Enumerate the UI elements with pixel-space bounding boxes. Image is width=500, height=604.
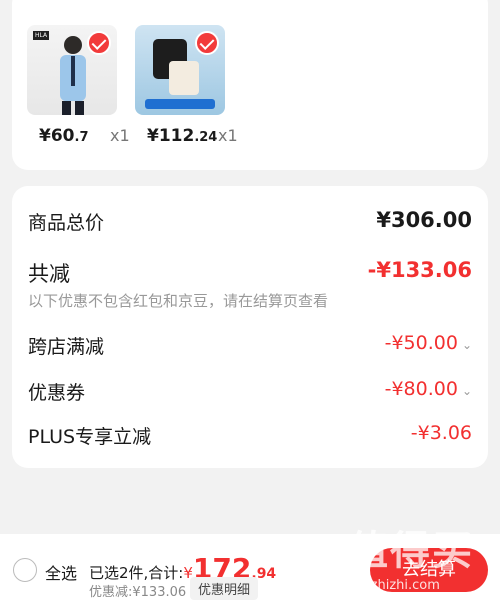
plus-label: PLUS专享立减 bbox=[28, 426, 152, 448]
item-price: ¥112.24 bbox=[147, 126, 218, 146]
discount-value: -¥133.06 bbox=[367, 258, 472, 282]
select-all-radio[interactable] bbox=[13, 558, 37, 582]
chevron-down-icon: ⌄ bbox=[461, 384, 472, 398]
chevron-down-icon: ⌄ bbox=[461, 338, 472, 352]
product-thumbnail-polo[interactable] bbox=[135, 25, 225, 115]
price-summary-card: 商品总价 ¥306.00 共减 -¥133.06 以下优惠不包含红包和京豆，请在… bbox=[12, 186, 488, 468]
item-quantity: x1 bbox=[218, 126, 238, 145]
discount-note: 以下优惠不包含红包和京豆，请在结算页查看 bbox=[28, 292, 329, 310]
brand-logo: HLA bbox=[33, 31, 50, 40]
item-quantity: x1 bbox=[110, 126, 130, 145]
cross-store-value[interactable]: -¥50.00 ⌄ bbox=[385, 332, 472, 354]
select-all-label[interactable]: 全选 bbox=[45, 560, 77, 584]
discount-detail-button[interactable]: 优惠明细 bbox=[190, 577, 259, 600]
watermark-logo: 值得买 bbox=[348, 528, 474, 574]
selected-check-icon[interactable] bbox=[87, 31, 111, 55]
cross-store-label: 跨店满减 bbox=[28, 336, 105, 358]
item-price: ¥60.7 bbox=[39, 126, 89, 146]
watermark-url: zhizhizhi.com bbox=[352, 578, 440, 593]
discount-summary: 优惠减:¥133.06 bbox=[89, 585, 187, 600]
plus-value: -¥3.06 bbox=[410, 422, 472, 444]
discount-label: 共减 bbox=[28, 262, 70, 286]
selected-check-icon[interactable] bbox=[195, 31, 219, 55]
total-value: ¥306.00 bbox=[376, 208, 472, 232]
coupon-value[interactable]: -¥80.00 ⌄ bbox=[385, 378, 472, 400]
product-thumbnail-shirt[interactable]: HLA bbox=[27, 25, 117, 115]
total-label: 商品总价 bbox=[28, 212, 105, 234]
coupon-label: 优惠券 bbox=[28, 382, 86, 404]
